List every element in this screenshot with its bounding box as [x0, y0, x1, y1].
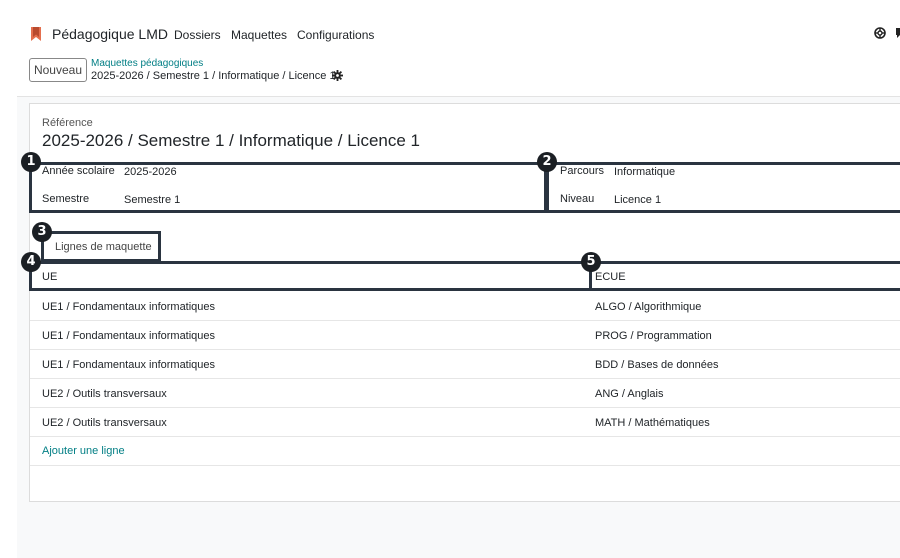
niveau-field[interactable]: Licence 1 — [614, 194, 661, 206]
cell-ue: UE1 / Fondamentaux informatiques — [42, 330, 216, 342]
chat-icon[interactable] — [895, 27, 900, 39]
breadcrumb-parent-link[interactable]: Maquettes pédagogiques — [91, 58, 203, 69]
top-navbar: Pédagogique LMD Dossiers Maquettes Confi… — [0, 0, 900, 56]
annotation-marker-2: 2 — [537, 152, 557, 172]
reference-value[interactable]: 2025-2026 / Semestre 1 / Informatique / … — [42, 131, 420, 151]
annotation-marker-5: 5 — [581, 252, 601, 272]
reference-label: Référence — [42, 117, 93, 129]
cell-ecue: BDD / Bases de données — [595, 359, 719, 371]
cell-ue: UE2 / Outils transversaux — [42, 417, 167, 429]
annotation-marker-3: 3 — [32, 222, 52, 242]
support-icon[interactable] — [874, 27, 886, 39]
year-label: Année scolaire — [42, 165, 115, 177]
niveau-label: Niveau — [560, 193, 595, 205]
semester-field[interactable]: Semestre 1 — [124, 194, 180, 206]
annotation-marker-1: 1 — [21, 152, 41, 172]
breadcrumb-current: 2025-2026 / Semestre 1 / Informatique / … — [91, 70, 336, 82]
cell-ecue: MATH / Mathématiques — [595, 417, 710, 429]
cell-ue: UE2 / Outils transversaux — [42, 388, 167, 400]
menu-item-configurations[interactable]: Configurations — [297, 28, 374, 42]
semester-label: Semestre — [42, 193, 90, 205]
parcours-field[interactable]: Informatique — [614, 166, 675, 178]
table-header — [29, 261, 900, 291]
app-title[interactable]: Pédagogique LMD — [52, 26, 168, 42]
app-logo-icon[interactable] — [30, 27, 42, 41]
cell-ue: UE1 / Fondamentaux informatiques — [42, 359, 216, 371]
new-button[interactable]: Nouveau — [29, 58, 87, 82]
column-header-ue[interactable]: UE — [42, 271, 57, 283]
annotation-marker-4: 4 — [21, 252, 41, 272]
cell-ecue: PROG / Programmation — [595, 330, 712, 342]
year-field[interactable]: 2025-2026 — [124, 166, 177, 178]
column-header-ecue[interactable]: ECUE — [595, 271, 626, 283]
menu-item-dossiers[interactable]: Dossiers — [174, 28, 221, 42]
gear-icon[interactable] — [332, 70, 343, 81]
add-line-link[interactable]: Ajouter une ligne — [42, 445, 125, 457]
cell-ecue: ANG / Anglais — [595, 388, 664, 400]
menu-item-maquettes[interactable]: Maquettes — [231, 28, 287, 42]
cell-ecue: ALGO / Algorithmique — [595, 301, 702, 313]
tab-label: Lignes de maquette — [55, 241, 152, 253]
cell-ue: UE1 / Fondamentaux informatiques — [42, 301, 216, 313]
row-divider — [30, 465, 900, 466]
parcours-label: Parcours — [560, 165, 605, 177]
